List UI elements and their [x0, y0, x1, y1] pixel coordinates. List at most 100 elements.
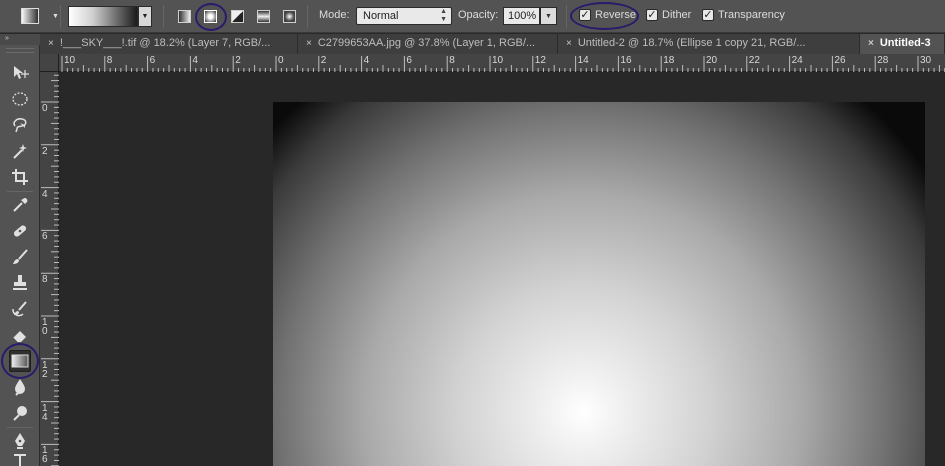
ruler-label: 16 — [42, 446, 52, 466]
ruler-digit: 0 — [42, 326, 48, 337]
tools-panel: » — [0, 34, 40, 466]
highlight-circle-gradient-tool — [1, 343, 39, 379]
crop-tool-icon[interactable] — [9, 166, 31, 188]
ruler-label: 24 — [791, 55, 803, 66]
brush-tool-icon[interactable] — [9, 246, 31, 268]
ruler-label: 12 — [42, 360, 52, 379]
dodge-tool-icon[interactable] — [9, 402, 31, 424]
pen-tool-icon[interactable] — [9, 430, 31, 452]
marquee-tool-icon[interactable] — [9, 88, 31, 110]
checkmark-icon: ✓ — [647, 9, 657, 21]
ruler-label: 22 — [748, 55, 760, 66]
transparency-checkbox[interactable]: ✓ — [702, 9, 714, 21]
tab-label: Untitled-2 @ 18.7% (Ellipse 1 copy 21, R… — [577, 37, 806, 49]
reflected-gradient-icon[interactable] — [255, 8, 272, 25]
ruler-origin[interactable] — [40, 54, 59, 72]
options-bar: ▼ ▼ Mode: Normal ▲ ▼ Opacity: 100% ▼ ✓ R… — [0, 0, 945, 33]
ruler-label: 26 — [834, 55, 846, 66]
up-down-arrows-icon: ▲ ▼ — [440, 8, 447, 23]
ruler-label: 6 — [149, 55, 156, 66]
highlight-circle-reverse — [570, 2, 639, 30]
ruler-label: 10 — [64, 55, 76, 66]
chevron-down-icon: ▼ — [52, 13, 59, 20]
diamond-gradient-icon[interactable] — [281, 8, 298, 25]
ruler-label: 18 — [663, 55, 675, 66]
tab-label: !___SKY___!.tif @ 18.2% (Layer 7, RGB/..… — [59, 37, 271, 49]
ruler-digit: 6 — [42, 231, 48, 243]
move-tool-icon[interactable] — [9, 62, 31, 84]
opacity-label: Opacity: — [458, 9, 499, 21]
ruler-digit: 2 — [42, 145, 48, 157]
ruler-digit: 4 — [42, 188, 48, 200]
opacity-slider-dropdown[interactable]: ▼ — [540, 7, 557, 25]
eyedropper-tool-icon[interactable] — [9, 194, 31, 216]
tab-untitled-2[interactable]: × Untitled-2 @ 18.7% (Ellipse 1 copy 21, … — [558, 34, 860, 54]
ruler-label: 4 — [192, 55, 198, 66]
ruler-label: 6 — [406, 55, 412, 66]
ruler-label: 28 — [877, 55, 889, 66]
opacity-value: 100% — [508, 10, 537, 22]
collapse-icon[interactable]: » — [5, 35, 9, 42]
magic-wand-tool-icon[interactable] — [9, 140, 31, 162]
ruler-digit: 4 — [42, 411, 48, 423]
blur-tool-icon[interactable] — [9, 376, 31, 398]
ruler-label: 14 — [577, 55, 589, 66]
clone-stamp-tool-icon[interactable] — [9, 272, 31, 294]
divider — [163, 5, 164, 28]
type-tool-icon[interactable] — [9, 454, 31, 466]
ruler-digit: 0 — [42, 103, 48, 114]
mode-select[interactable]: Normal ▲ ▼ — [356, 7, 452, 25]
ruler-label: 4 — [42, 188, 52, 200]
close-icon[interactable]: × — [48, 38, 54, 49]
ruler-label: 8 — [106, 55, 113, 66]
history-brush-tool-icon[interactable] — [9, 298, 31, 320]
horizontal-ruler[interactable]: 10 8 6 4 2 0 2 4 6 8 10 12 14 16 18 20 22 24 26 28 30 — [59, 54, 945, 72]
divider — [307, 5, 308, 28]
mode-value: Normal — [363, 10, 399, 22]
chevron-down-icon: ▼ — [141, 13, 149, 20]
angle-gradient-icon[interactable] — [229, 8, 246, 25]
healing-brush-tool-icon[interactable] — [9, 220, 31, 242]
ruler-label: 2 — [320, 55, 327, 66]
photoshop-window: ▼ ▼ Mode: Normal ▲ ▼ Opacity: 100% ▼ ✓ R… — [0, 0, 945, 466]
ruler-digit: 6 — [42, 454, 48, 466]
ruler-label: 2 — [42, 145, 52, 157]
ruler-label: 10 — [42, 318, 52, 337]
linear-gradient-icon[interactable] — [176, 8, 193, 25]
document-canvas[interactable] — [273, 102, 925, 466]
checkmark-icon: ✓ — [703, 9, 713, 21]
mode-label: Mode: — [319, 9, 350, 21]
close-icon[interactable]: × — [868, 38, 874, 49]
lasso-tool-icon[interactable] — [9, 114, 31, 136]
tab-c2799653aa[interactable]: × C2799653AA.jpg @ 37.8% (Layer 1, RGB/..… — [298, 34, 558, 54]
transparency-label: Transparency — [718, 9, 785, 21]
ruler-label: 0 — [278, 55, 284, 66]
tools-panel-header[interactable]: » — [0, 34, 40, 45]
ruler-label: 12 — [534, 55, 546, 66]
ruler-label: 4 — [363, 55, 370, 66]
gradient-editor-swatch[interactable] — [68, 6, 138, 27]
ruler-label: 2 — [235, 55, 241, 66]
panel-grip[interactable] — [6, 48, 34, 53]
gradient-preset-icon — [21, 8, 39, 24]
divider — [566, 5, 567, 28]
vertical-ruler[interactable]: 0 2 4 6 8 10 12 14 16 — [40, 72, 59, 466]
divider — [7, 191, 33, 192]
divider — [7, 427, 33, 428]
close-icon[interactable]: × — [306, 38, 312, 49]
gradient-picker-dropdown[interactable]: ▼ — [138, 6, 152, 27]
ruler-digit: 8 — [42, 274, 48, 286]
ruler-label: 8 — [42, 274, 52, 286]
tab-label: Untitled-3 — [879, 37, 931, 49]
ruler-label: 6 — [42, 231, 52, 243]
dither-checkbox[interactable]: ✓ — [646, 9, 658, 21]
tab-sky[interactable]: × !___SKY___!.tif @ 18.2% (Layer 7, RGB/.… — [40, 34, 298, 54]
ruler-label: 8 — [449, 55, 455, 66]
opacity-input[interactable]: 100% — [503, 7, 540, 25]
ruler-label: 16 — [620, 55, 632, 66]
close-icon[interactable]: × — [566, 38, 572, 49]
ruler-label: 14 — [42, 403, 52, 423]
dither-label: Dither — [662, 9, 692, 21]
ruler-label: 20 — [706, 55, 718, 66]
tab-untitled-3[interactable]: × Untitled-3 — [860, 34, 945, 54]
